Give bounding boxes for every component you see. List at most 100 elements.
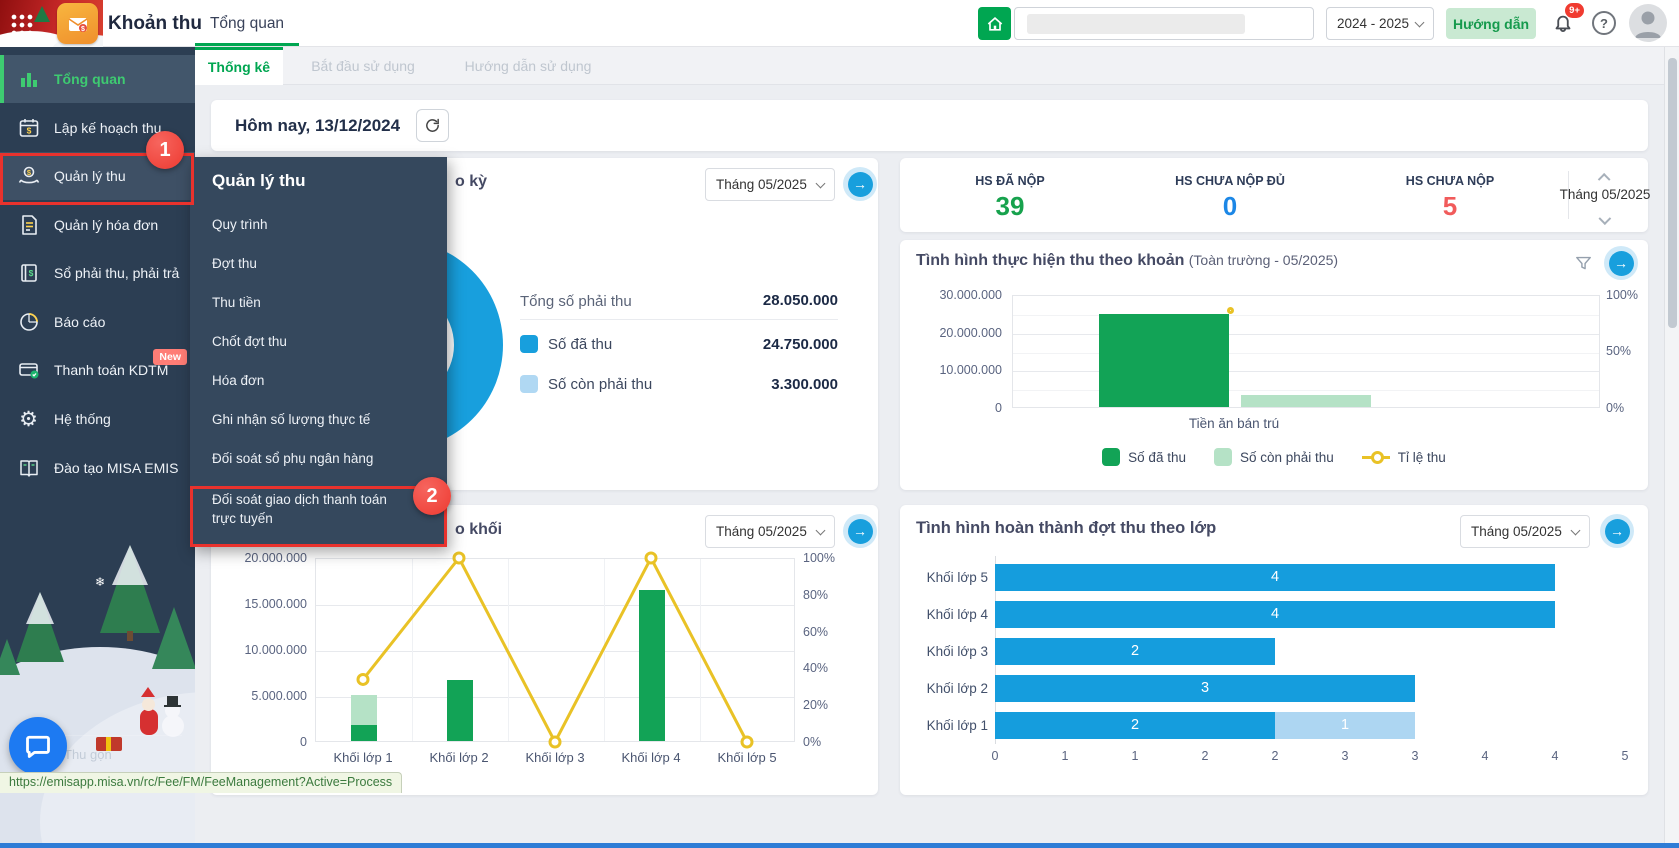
remaining-legend-swatch bbox=[520, 375, 538, 393]
legend-label: Tỉ lệ thu bbox=[1397, 449, 1446, 465]
chart-legend: Số đã thu Số còn phải thu Tỉ lệ thu bbox=[900, 448, 1648, 466]
submenu-item-quy-trinh[interactable]: Quy trình bbox=[190, 215, 447, 234]
completion-bar: 2 bbox=[995, 638, 1275, 665]
training-book-icon bbox=[15, 455, 42, 482]
stat-label: HS CHƯA NỘP bbox=[1405, 174, 1495, 188]
arrow-right-icon: → bbox=[847, 171, 873, 197]
school-name-redacted bbox=[1027, 14, 1245, 34]
grade-detail-arrow-button[interactable]: → bbox=[843, 514, 877, 548]
chat-support-button[interactable] bbox=[9, 717, 67, 775]
collected-label: Số đã thu bbox=[548, 336, 613, 353]
class-month-value: Tháng 05/2025 bbox=[1471, 524, 1562, 539]
guide-button[interactable]: Hướng dẫn bbox=[1446, 8, 1536, 39]
sidebar-item-label: Tổng quan bbox=[54, 71, 126, 87]
y-tick: 5.000.000 bbox=[251, 689, 307, 703]
class-detail-arrow-button[interactable]: → bbox=[1600, 514, 1634, 548]
sidebar-item-bao-cao[interactable]: Báo cáo bbox=[0, 298, 195, 346]
page-title: Khoản thu bbox=[108, 13, 202, 34]
submenu-item-dot-thu[interactable]: Đợt thu bbox=[190, 254, 447, 273]
help-button[interactable]: ? bbox=[1592, 11, 1616, 35]
window-bottom-edge bbox=[0, 843, 1679, 848]
submenu-item-hoa-don[interactable]: Hóa đơn bbox=[190, 371, 447, 390]
stat-label: HS CHƯA NỘP ĐỦ bbox=[1175, 174, 1285, 188]
tab-tong-quan[interactable]: Tổng quan bbox=[195, 0, 299, 47]
sidebar-item-tong-quan[interactable]: Tổng quan bbox=[0, 55, 195, 103]
tab-thong-ke[interactable]: Thống kê bbox=[195, 47, 283, 85]
total-receivable-label: Tổng số phải thu bbox=[520, 293, 632, 310]
pie-report-icon bbox=[15, 309, 42, 336]
x-tick: 2 bbox=[1271, 749, 1279, 763]
home-school-button[interactable] bbox=[978, 7, 1011, 40]
month-step-down-button[interactable] bbox=[1595, 209, 1614, 228]
collected-legend-swatch bbox=[520, 335, 538, 353]
grade-month-select[interactable]: Tháng 05/2025 bbox=[705, 515, 835, 548]
arrow-right-icon: → bbox=[1608, 250, 1634, 276]
submenu-item-ghi-nhan-so-luong[interactable]: Ghi nhận số lượng thực tế bbox=[190, 410, 447, 429]
fee-by-item-chart-card: Tình hình thực hiện thu theo khoản (Toàn… bbox=[900, 240, 1648, 490]
chart-title: Tình hình hoàn thành đợt thu theo lớp bbox=[916, 519, 1217, 537]
remaining-legend-swatch bbox=[1213, 448, 1232, 466]
hand-coin-icon: $ bbox=[15, 163, 42, 190]
period-detail-arrow-button[interactable]: → bbox=[843, 167, 877, 201]
vertical-scrollbar[interactable] bbox=[1664, 47, 1679, 848]
chat-bubble-icon bbox=[26, 735, 50, 758]
tab-bat-dau-su-dung[interactable]: Bắt đầu sử dụng bbox=[283, 47, 443, 85]
submenu-item-chot-dot-thu[interactable]: Chốt đợt thu bbox=[190, 332, 447, 351]
y2-tick: 0% bbox=[803, 735, 822, 749]
tree-snow-cap bbox=[26, 592, 54, 624]
completion-bar: 4 bbox=[995, 564, 1555, 591]
status-bar-url: https://emisapp.misa.vn/rc/Fee/FM/FeeMan… bbox=[0, 772, 403, 793]
santa-decor bbox=[142, 698, 155, 711]
banner-tree-icon bbox=[34, 6, 50, 22]
chart-title: Tình hình thực hiện thu theo khoản bbox=[916, 252, 1185, 269]
snowman-hat-decor bbox=[164, 696, 181, 707]
school-name-input[interactable] bbox=[1014, 7, 1314, 40]
overview-bars-icon bbox=[15, 66, 42, 93]
refresh-button[interactable] bbox=[416, 109, 449, 142]
y-tick: 30.000.000 bbox=[939, 288, 1002, 302]
fee-by-grade-plot bbox=[315, 558, 795, 742]
school-year-select[interactable]: 2024 - 2025 bbox=[1326, 7, 1434, 40]
snowman-decor bbox=[162, 715, 184, 737]
sidebar-item-label: Báo cáo bbox=[54, 314, 106, 330]
x-tick: 1 bbox=[1131, 749, 1139, 763]
arrow-right-icon: → bbox=[1604, 518, 1630, 544]
funnel-icon bbox=[1576, 256, 1591, 270]
collected-legend-swatch bbox=[1102, 448, 1121, 466]
period-month-select[interactable]: Tháng 05/2025 bbox=[705, 168, 835, 201]
fee-app-icon[interactable]: $ bbox=[57, 3, 98, 44]
grade-month-value: Tháng 05/2025 bbox=[716, 524, 807, 539]
sidebar-item-so-phai-thu-phai-tra[interactable]: $ Sổ phải thu, phải trả bbox=[0, 249, 195, 297]
remaining-label: Số còn phải thu bbox=[548, 376, 653, 393]
x-tick: 0 bbox=[991, 749, 999, 763]
refresh-icon bbox=[426, 118, 439, 132]
avatar[interactable] bbox=[1629, 4, 1667, 42]
today-label: Hôm nay, 13/12/2024 bbox=[235, 116, 401, 135]
filter-button[interactable] bbox=[1574, 254, 1593, 273]
sidebar-item-quan-ly-hoa-don[interactable]: Quản lý hóa đơn bbox=[0, 201, 195, 249]
y-tick: 20.000.000 bbox=[244, 551, 307, 565]
scrollbar-thumb[interactable] bbox=[1668, 58, 1677, 328]
x-tick: 2 bbox=[1201, 749, 1209, 763]
fee-by-item-detail-arrow-button[interactable]: → bbox=[1604, 246, 1638, 280]
submenu-item-doi-soat-so-phu[interactable]: Đối soát sổ phụ ngân hàng bbox=[190, 449, 447, 468]
sidebar-item-label: Quản lý thu bbox=[54, 168, 126, 184]
sidebar-item-he-thong[interactable]: ⚙ Hệ thống bbox=[0, 395, 195, 443]
submenu-item-thu-tien[interactable]: Thu tiền bbox=[190, 293, 447, 312]
sidebar-item-thanh-toan-kdtm[interactable]: Thanh toán KDTM New bbox=[0, 346, 195, 394]
sidebar-item-dao-tao-misa-emis[interactable]: Đào tạo MISA EMIS bbox=[0, 444, 195, 492]
sidebar-item-label: Hệ thống bbox=[54, 411, 111, 427]
tab-huong-dan-su-dung[interactable]: Hướng dẫn sử dụng bbox=[443, 47, 613, 85]
submenu-item-doi-soat-giao-dich[interactable]: Đối soát giao dịch thanh toán trực tuyến bbox=[190, 490, 447, 528]
rate-line-legend-swatch bbox=[1361, 450, 1390, 464]
sidebar-collapse-button[interactable]: Thu gọn bbox=[64, 747, 112, 762]
month-step-up-button[interactable] bbox=[1595, 169, 1614, 188]
gear-icon: ⚙ bbox=[19, 407, 38, 431]
x-category-label: Khối lớp 5 bbox=[717, 750, 777, 765]
period-month-value: Tháng 05/2025 bbox=[716, 177, 807, 192]
row-label: Khối lớp 4 bbox=[926, 607, 988, 622]
class-month-select[interactable]: Tháng 05/2025 bbox=[1460, 515, 1590, 548]
santa-decor bbox=[140, 709, 158, 735]
sidebar-item-label: Lập kế hoạch thu bbox=[54, 120, 162, 136]
row-label: Khối lớp 1 bbox=[926, 718, 988, 733]
